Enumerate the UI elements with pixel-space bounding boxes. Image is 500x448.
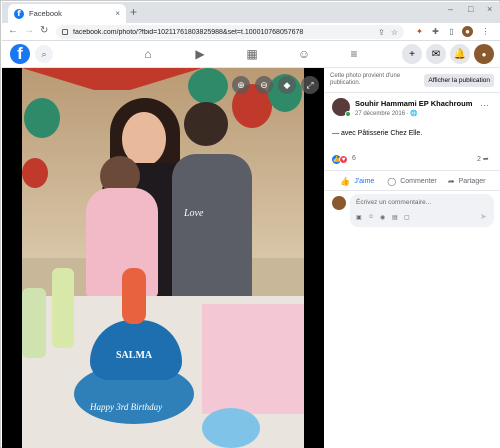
facebook-logo[interactable]: f bbox=[10, 44, 30, 64]
reload-icon[interactable]: ↻ bbox=[40, 25, 48, 36]
address-bar: ← → ↻ facebook.com/photo/?fbid=102117618… bbox=[2, 23, 500, 41]
bottle bbox=[52, 268, 74, 348]
groups-icon[interactable]: ☺ bbox=[295, 45, 313, 63]
menu-icon[interactable]: ⋮ bbox=[480, 26, 491, 37]
home-icon[interactable]: ⌂ bbox=[139, 45, 157, 63]
tab-close-icon[interactable]: × bbox=[115, 9, 120, 18]
post-date[interactable]: 27 décembre 2016 · 🌐 bbox=[355, 110, 418, 117]
forward-icon[interactable]: → bbox=[24, 25, 34, 36]
browser-tab[interactable]: f Facebook × bbox=[8, 4, 126, 23]
notifications-icon[interactable]: 🔔 bbox=[450, 44, 470, 64]
cake-message: Happy 3rd Birthday bbox=[90, 402, 163, 412]
like-button[interactable]: 👍 J'aime bbox=[330, 173, 385, 189]
more-options-button[interactable]: ··· bbox=[480, 100, 489, 110]
watch-icon[interactable]: ▶ bbox=[191, 45, 209, 63]
birthday-photo: Love SALMA Happy 3rd Birthday bbox=[22, 68, 304, 448]
commenter-avatar[interactable] bbox=[332, 196, 346, 210]
minimize-button[interactable]: – bbox=[448, 4, 453, 14]
decorations bbox=[202, 304, 304, 414]
reaction-count[interactable]: 6 bbox=[352, 155, 356, 162]
browser-window: f Facebook × + – □ × ← → ↻ facebook.com/… bbox=[0, 0, 500, 448]
boy-hair bbox=[184, 102, 228, 146]
send-icon[interactable]: ➤ bbox=[480, 212, 487, 221]
sticker-icon[interactable]: ▢ bbox=[404, 214, 410, 221]
messenger-icon[interactable]: ✉ bbox=[426, 44, 446, 64]
plate bbox=[202, 408, 260, 448]
tag-icon[interactable]: ◆ bbox=[278, 76, 296, 94]
post-notice: Cette photo provient d'une publication. … bbox=[330, 72, 494, 88]
comment-button[interactable]: ◯ Commenter bbox=[385, 173, 440, 189]
back-icon[interactable]: ← bbox=[8, 25, 18, 36]
shirt-print: Love bbox=[184, 208, 204, 219]
post-panel: Cette photo provient d'une publication. … bbox=[324, 68, 500, 448]
avatar-sticker-icon[interactable]: ▣ bbox=[356, 214, 362, 221]
tab-title: Facebook bbox=[29, 9, 62, 18]
lock-icon[interactable] bbox=[62, 29, 68, 35]
camera-icon[interactable]: ◉ bbox=[380, 214, 385, 221]
facebook-navbar: f ⌕ ⌂ ▶ ▦ ☺ ≡ + ✉ 🔔 ● bbox=[2, 41, 500, 68]
share-icon: ➦ bbox=[447, 176, 455, 186]
mermaid-topper bbox=[122, 268, 146, 324]
notice-text: Cette photo provient d'une publication. bbox=[330, 73, 401, 86]
comment-input[interactable]: Écrivez un commentaire... ▣ ☺ ◉ ▤ ▢ ➤ bbox=[350, 194, 494, 227]
menu-icon[interactable]: ≡ bbox=[345, 45, 363, 63]
balloon bbox=[188, 68, 228, 104]
post-actions: 👍 J'aime ◯ Commenter ➦ Partager bbox=[330, 173, 494, 189]
photo-viewer[interactable]: Love SALMA Happy 3rd Birthday ⊕ ⊖ ◆ ⤢ bbox=[2, 68, 324, 448]
zoom-in-icon[interactable]: ⊕ bbox=[232, 76, 250, 94]
search-icon[interactable]: ⌕ bbox=[35, 45, 53, 63]
poster-name[interactable]: Souhir Hammami EP Khachroum bbox=[355, 99, 472, 108]
post-caption: — avec Pâtisserie Chez Elle. bbox=[332, 130, 423, 137]
new-tab-button[interactable]: + bbox=[130, 5, 137, 19]
sidebar-icon[interactable]: ▯ bbox=[446, 26, 457, 37]
boy-body bbox=[172, 154, 252, 304]
marketplace-icon[interactable]: ▦ bbox=[243, 45, 261, 63]
tab-strip: f Facebook × + – □ × bbox=[2, 2, 500, 23]
online-indicator-icon bbox=[345, 111, 351, 117]
url-text[interactable]: facebook.com/photo/?fbid=102117618038259… bbox=[73, 29, 372, 36]
like-icon: 👍 bbox=[340, 176, 351, 186]
cake-name: SALMA bbox=[116, 350, 153, 361]
share-count-number: 2 bbox=[477, 156, 481, 163]
emoji-icon[interactable]: ☺ bbox=[368, 214, 374, 220]
share-button[interactable]: ➦ Partager bbox=[439, 173, 494, 189]
profile-icon[interactable]: ● bbox=[462, 26, 473, 37]
divider bbox=[324, 92, 500, 93]
balloon bbox=[24, 98, 60, 138]
balloon bbox=[22, 158, 48, 188]
star-icon[interactable]: ☆ bbox=[391, 28, 398, 37]
account-icon[interactable]: ● bbox=[474, 44, 494, 64]
extension-icon[interactable]: ✦ bbox=[414, 26, 425, 37]
like-label: J'aime bbox=[354, 177, 375, 185]
divider bbox=[324, 170, 500, 171]
zoom-out-icon[interactable]: ⊖ bbox=[255, 76, 273, 94]
url-field[interactable]: facebook.com/photo/?fbid=102117618038259… bbox=[56, 25, 404, 39]
love-reaction-icon[interactable]: ♥ bbox=[339, 155, 348, 164]
view-post-button[interactable]: Afficher la publication bbox=[424, 73, 494, 87]
share-count[interactable]: 2 ➦ bbox=[477, 155, 489, 163]
comment-label: Commenter bbox=[400, 177, 437, 185]
share-label: Partager bbox=[458, 177, 486, 185]
maximize-button[interactable]: □ bbox=[468, 4, 473, 14]
create-icon[interactable]: + bbox=[402, 44, 422, 64]
puzzle-icon[interactable]: ✚ bbox=[430, 26, 441, 37]
divider bbox=[324, 190, 500, 191]
bottle bbox=[22, 288, 46, 358]
facebook-favicon-icon: f bbox=[14, 8, 24, 19]
share-count-icon: ➦ bbox=[482, 156, 489, 163]
comment-placeholder[interactable]: Écrivez un commentaire... bbox=[356, 199, 431, 206]
comment-icon: ◯ bbox=[387, 176, 397, 186]
close-window-button[interactable]: × bbox=[487, 4, 492, 14]
gif-icon[interactable]: ▤ bbox=[392, 214, 398, 221]
fullscreen-icon[interactable]: ⤢ bbox=[301, 76, 319, 94]
share-icon[interactable]: ⇪ bbox=[378, 28, 385, 37]
